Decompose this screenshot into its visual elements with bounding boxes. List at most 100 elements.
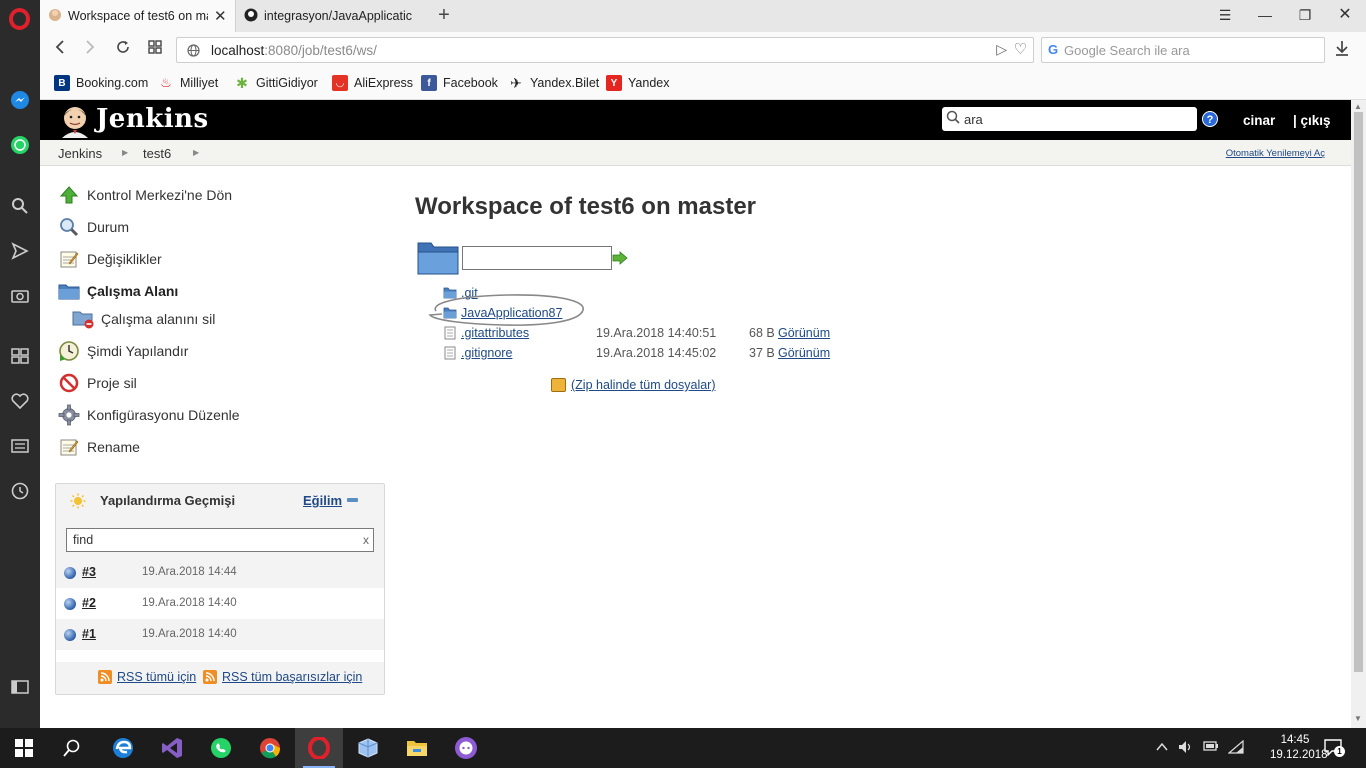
camera-sidebar-icon[interactable]	[9, 284, 31, 306]
rss-failures-link[interactable]: RSS tüm başarısızlar için	[203, 670, 362, 684]
task-label: Rename	[87, 439, 140, 455]
file-link[interactable]: .gitattributes	[461, 326, 529, 340]
no-entry-icon	[58, 372, 80, 394]
task-workspace[interactable]: Çalışma Alanı	[58, 280, 178, 302]
bookmark-facebook[interactable]: f Facebook	[421, 75, 498, 91]
bookmark-booking[interactable]: B Booking.com	[54, 75, 148, 91]
scroll-up-icon[interactable]: ▲	[1354, 102, 1362, 111]
back-button[interactable]	[48, 39, 72, 61]
news-sidebar-icon[interactable]	[9, 435, 31, 457]
search-icon[interactable]	[48, 728, 96, 768]
forward-button[interactable]	[78, 39, 102, 61]
go-arrow-icon[interactable]	[612, 251, 628, 265]
chrome-icon[interactable]	[246, 728, 294, 768]
help-icon[interactable]: ?	[1202, 111, 1218, 127]
edge-icon[interactable]	[99, 728, 147, 768]
jenkins-search-field[interactable]: ara	[942, 107, 1197, 131]
close-window-button[interactable]: ✕	[1330, 4, 1360, 28]
breadcrumb-arrow-icon[interactable]: ▶	[193, 148, 199, 157]
logout-link[interactable]: | çıkış	[1293, 113, 1331, 128]
github-desktop-icon[interactable]	[442, 728, 490, 768]
page-scrollbar[interactable]: ▲ ▼	[1351, 100, 1366, 728]
bookmark-milliyet[interactable]: ♨ Milliyet	[158, 75, 218, 91]
plane-icon: ✈	[510, 74, 522, 91]
whatsapp-sidebar-icon[interactable]	[9, 134, 31, 156]
task-changes[interactable]: Değişiklikler	[58, 248, 162, 270]
task-configure[interactable]: Konfigürasyonu Düzenle	[58, 404, 240, 426]
clear-filter-icon[interactable]: x	[363, 533, 369, 547]
heart-icon[interactable]: ♡	[1014, 40, 1027, 58]
bookmark-gittigidiyor[interactable]: ✱ GittiGidiyor	[234, 75, 318, 91]
task-wipe-workspace[interactable]: Çalışma alanını sil	[72, 308, 215, 330]
volume-icon[interactable]	[1178, 740, 1194, 757]
box-app-icon[interactable]	[344, 728, 392, 768]
reload-button[interactable]	[111, 39, 135, 61]
opera-icon[interactable]	[295, 728, 343, 768]
zip-download-link[interactable]: (Zip halinde tüm dosyalar)	[551, 378, 716, 392]
file-link[interactable]: .gitignore	[461, 346, 512, 360]
collapse-icon[interactable]	[347, 498, 358, 502]
bookmark-yandex[interactable]: Y Yandex	[606, 75, 669, 91]
notification-center-icon[interactable]: 1	[1324, 739, 1345, 757]
send-icon[interactable]: ▷	[996, 41, 1007, 58]
history-sidebar-icon[interactable]	[9, 480, 31, 502]
taskbar-clock[interactable]: 14:45 19.12.2018	[1270, 733, 1328, 763]
workspace-path-input[interactable]	[462, 246, 612, 270]
breadcrumb-jenkins[interactable]: Jenkins	[58, 146, 102, 161]
user-link[interactable]: cinar	[1243, 113, 1275, 128]
trend-link[interactable]: Eğilim	[303, 493, 342, 508]
search-sidebar-icon[interactable]	[9, 195, 31, 217]
breadcrumb-arrow-icon[interactable]: ▶	[122, 148, 128, 157]
bookmark-aliexpress[interactable]: ◡ AliExpress	[332, 75, 413, 91]
file-view-link[interactable]: Görünüm	[778, 346, 830, 360]
bookmarks-bar: B Booking.com ♨ Milliyet ✱ GittiGidiyor …	[40, 68, 1366, 100]
task-label: Çalışma Alanı	[87, 283, 179, 299]
url-field[interactable]: localhost:8080/job/test6/ws/ ▷ ♡	[176, 37, 1034, 63]
task-label: Proje sil	[87, 375, 137, 391]
speed-dial-sidebar-icon[interactable]	[9, 345, 31, 367]
jenkins-logo-icon[interactable]	[58, 104, 92, 138]
opera-logo-icon[interactable]	[9, 8, 30, 30]
file-view-link[interactable]: Görünüm	[778, 326, 830, 340]
web-search-field[interactable]: G Google Search ile ara	[1041, 37, 1325, 63]
breadcrumb-test6[interactable]: test6	[143, 146, 171, 161]
battery-icon[interactable]	[1203, 740, 1219, 755]
speed-dial-button[interactable]	[143, 39, 167, 61]
jenkins-logo-text[interactable]: Jenkins	[96, 104, 209, 134]
tray-chevron-up-icon[interactable]	[1156, 740, 1168, 755]
folder-icon	[417, 242, 459, 275]
file-icon	[444, 326, 456, 340]
yandex-icon: Y	[606, 75, 622, 91]
tab-github[interactable]: integrasyon/JavaApplicatic	[236, 0, 430, 32]
minimize-button[interactable]: —	[1250, 4, 1280, 28]
build-number-link[interactable]: #3	[82, 565, 96, 579]
build-number-link[interactable]: #2	[82, 596, 96, 610]
scrollbar-thumb[interactable]	[1354, 112, 1363, 672]
heart-sidebar-icon[interactable]	[9, 390, 31, 412]
tab-workspace[interactable]: Workspace of test6 on ma ✕	[40, 0, 236, 32]
wifi-icon[interactable]	[1227, 739, 1244, 757]
messenger-icon[interactable]	[9, 89, 31, 111]
rss-all-link[interactable]: RSS tümü için	[98, 670, 196, 684]
restore-button[interactable]: ❐	[1290, 4, 1320, 28]
task-delete-project[interactable]: Proje sil	[58, 372, 137, 394]
task-status[interactable]: Durum	[58, 216, 129, 238]
task-back-to-dashboard[interactable]: Kontrol Merkezi'ne Dön	[58, 184, 232, 206]
new-tab-button[interactable]: +	[432, 4, 456, 28]
build-number-link[interactable]: #1	[82, 627, 96, 641]
visual-studio-icon[interactable]	[148, 728, 196, 768]
whatsapp-icon[interactable]	[197, 728, 245, 768]
task-build-now[interactable]: Şimdi Yapılandır	[58, 340, 188, 362]
file-explorer-icon[interactable]	[393, 728, 441, 768]
download-icon[interactable]	[1334, 40, 1350, 61]
start-icon[interactable]	[0, 728, 48, 768]
task-rename[interactable]: Rename	[58, 436, 140, 458]
auto-refresh-link[interactable]: Otomatik Yenilemeyi Aç	[1226, 148, 1325, 159]
close-tab-icon[interactable]: ✕	[214, 7, 227, 25]
build-filter-input[interactable]: find x	[66, 528, 374, 552]
send-sidebar-icon[interactable]	[9, 240, 31, 262]
sidebar-toggle-icon[interactable]	[9, 676, 31, 698]
tab-menu-icon[interactable]: ☰	[1210, 4, 1240, 28]
bookmark-yandex-bilet[interactable]: ✈ Yandex.Bilet	[508, 75, 599, 91]
scroll-down-icon[interactable]: ▼	[1354, 714, 1362, 723]
